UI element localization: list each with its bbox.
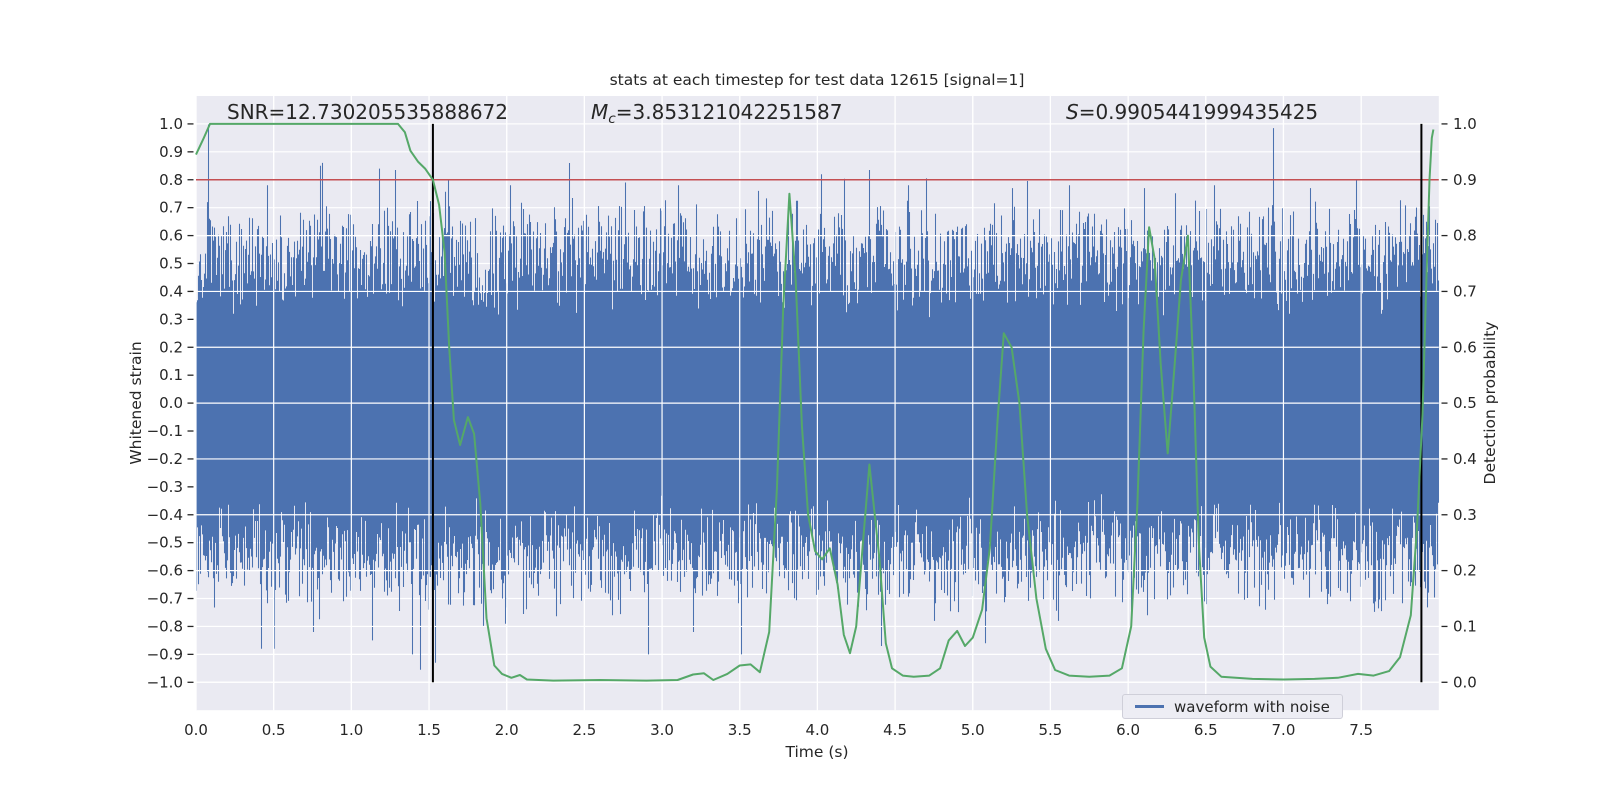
score-value: =0.9905441999435425	[1078, 100, 1319, 124]
y-tick-label-left: 0.3	[159, 310, 183, 328]
y-tick-label-left: −0.7	[147, 590, 183, 608]
x-tick-label: 1.0	[339, 721, 363, 739]
y-tick-label-left: 0.2	[159, 338, 183, 356]
y-tick-label-right: 1.0	[1453, 115, 1477, 133]
y-tick-label-left: −0.2	[147, 450, 183, 468]
y-tick-label-left: 0.9	[159, 143, 183, 161]
y-tick-label-right: 0.8	[1453, 227, 1477, 245]
x-tick-label: 6.0	[1116, 721, 1140, 739]
x-axis-label: Time (s)	[785, 743, 849, 761]
y-tick-label-right: 0.0	[1453, 673, 1477, 691]
y-tick-label-right: 0.5	[1453, 394, 1477, 412]
chirp-mass-symbol: M	[591, 100, 609, 124]
chart-title: stats at each timestep for test data 126…	[609, 71, 1025, 89]
y-tick-label-right: 0.3	[1453, 506, 1477, 524]
y-tick-label-right: 0.4	[1453, 450, 1477, 468]
x-tick-label: 4.0	[805, 721, 829, 739]
y-tick-label-left: 0.8	[159, 171, 183, 189]
y-tick-label-left: −0.4	[147, 506, 183, 524]
y-tick-label-left: −0.1	[147, 422, 183, 440]
y-tick-label-left: 1.0	[159, 115, 183, 133]
annotation-score: S=0.9905441999435425	[1066, 100, 1318, 124]
y-axis-label-right: Detection probability	[1481, 321, 1499, 485]
x-tick-label: 0.0	[184, 721, 208, 739]
y-tick-label-left: −0.5	[147, 534, 183, 552]
y-tick-label-left: 0.5	[159, 255, 183, 273]
annotation-snr: SNR=12.730205535888672	[227, 100, 508, 124]
x-tick-label: 1.5	[417, 721, 441, 739]
score-symbol: S	[1066, 100, 1079, 124]
x-tick-label: 3.5	[728, 721, 752, 739]
y-tick-label-right: 0.2	[1453, 562, 1477, 580]
y-tick-label-left: −1.0	[147, 673, 183, 691]
x-tick-label: 2.5	[572, 721, 596, 739]
figure: −1.0 −0.9 −0.8 −0.7 −0.6 −0.5 −0.4 −0.3 −0.2 −0.1…	[0, 0, 1600, 800]
legend-label: waveform with noise	[1174, 697, 1330, 716]
y-tick-label-right: 0.7	[1453, 282, 1477, 300]
x-tick-label: 7.0	[1272, 721, 1296, 739]
y-tick-label-left: 0.4	[159, 282, 183, 300]
y-axis-label-left: Whitened strain	[127, 341, 145, 465]
x-tick-label: 7.5	[1349, 721, 1373, 739]
y-tick-label-left: 0.0	[159, 394, 183, 412]
y-tick-label-left: −0.6	[147, 562, 183, 580]
y-tick-label-left: 0.7	[159, 199, 183, 217]
y-tick-label-right: 0.1	[1453, 617, 1477, 635]
legend-line-swatch	[1135, 705, 1164, 708]
y-tick-label-left: 0.1	[159, 366, 183, 384]
x-tick-label: 4.5	[883, 721, 907, 739]
x-tick-label: 0.5	[262, 721, 286, 739]
chirp-mass-value: =3.853121042251587	[615, 100, 843, 124]
x-tick-label: 5.5	[1038, 721, 1062, 739]
x-tick-label: 3.0	[650, 721, 674, 739]
y-tick-label-left: −0.3	[147, 478, 183, 496]
x-tick-label: 5.0	[961, 721, 985, 739]
x-tick-label: 2.0	[495, 721, 519, 739]
y-tick-label-left: −0.9	[147, 645, 183, 663]
x-tick-label: 6.5	[1194, 721, 1218, 739]
legend: waveform with noise	[1122, 694, 1343, 719]
y-tick-label-right: 0.9	[1453, 171, 1477, 189]
y-tick-label-right: 0.6	[1453, 338, 1477, 356]
chirp-mass-subscript: c	[608, 110, 616, 127]
y-tick-label-left: −0.8	[147, 617, 183, 635]
annotation-chirp-mass: Mc=3.853121042251587	[591, 100, 843, 127]
y-tick-label-left: 0.6	[159, 227, 183, 245]
